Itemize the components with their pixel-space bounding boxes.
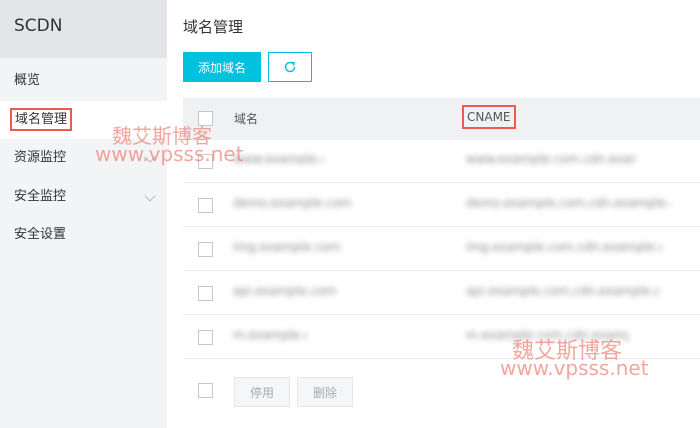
sidebar-item-label: 安全监控 [14,188,67,204]
cname-cell: demo.example.com.cdn.example.com [466,196,671,210]
sidebar-item-domain-management[interactable]: 域名管理 [0,100,167,139]
cname-cell: img.example.com.cdn.example.com [466,240,662,254]
row-checkbox[interactable] [198,198,213,213]
row-checkbox[interactable] [198,154,213,169]
table-row: m.example.com m.example.com.cdn.example.… [183,316,700,359]
main-content: 域名管理 添加域名 域名 CNAME www.example.com www.e… [167,0,700,428]
sidebar: SCDN 概览 域名管理 资源监控 安全监控 安全设置 [0,0,167,428]
domain-cell: api.example.com [233,284,337,298]
page-title: 域名管理 [183,18,244,36]
sidebar-nav: 概览 域名管理 资源监控 安全监控 安全设置 [0,62,167,255]
chevron-down-icon [144,151,156,163]
cname-cell: api.example.com.cdn.example.com [466,284,660,298]
domain-cell: www.example.com [233,152,323,166]
select-all-footer-checkbox[interactable] [198,383,213,398]
cname-cell: www.example.com.cdn.example.com [466,152,636,166]
select-all-checkbox[interactable] [198,111,213,126]
sidebar-item-overview[interactable]: 概览 [0,62,167,101]
sidebar-item-resource-monitoring[interactable]: 资源监控 [0,139,167,178]
column-header-domain: 域名 [234,112,259,126]
refresh-icon [284,61,296,73]
table-row: demo.example.com demo.example.com.cdn.ex… [183,184,700,227]
chevron-down-icon [144,189,156,202]
domain-cell: demo.example.com [233,196,352,210]
sidebar-item-security-settings[interactable]: 安全设置 [0,216,167,255]
cname-cell: m.example.com.cdn.example.com [466,328,628,342]
sidebar-item-label: 资源监控 [14,150,67,165]
table-row: api.example.com api.example.com.cdn.exam… [183,272,700,315]
delete-button[interactable]: 删除 [297,377,353,407]
row-checkbox[interactable] [198,242,213,257]
sidebar-item-label: 安全设置 [14,227,67,242]
row-checkbox[interactable] [198,330,213,345]
column-header-cname: CNAME [462,105,516,129]
sidebar-item-security-monitoring[interactable]: 安全监控 [0,178,167,217]
table-header: 域名 CNAME [183,98,700,140]
sidebar-item-label: 概览 [14,73,41,88]
refresh-button[interactable] [268,52,312,82]
table-row: www.example.com www.example.com.cdn.exam… [183,140,700,183]
add-domain-button[interactable]: 添加域名 [183,52,261,82]
disable-button[interactable]: 停用 [234,377,290,407]
sidebar-title: SCDN [0,0,167,58]
domain-cell: img.example.com [233,240,341,254]
table-row: img.example.com img.example.com.cdn.exam… [183,228,700,271]
sidebar-item-label: 域名管理 [9,107,73,131]
domain-cell: m.example.com [233,328,307,342]
row-checkbox[interactable] [198,286,213,301]
